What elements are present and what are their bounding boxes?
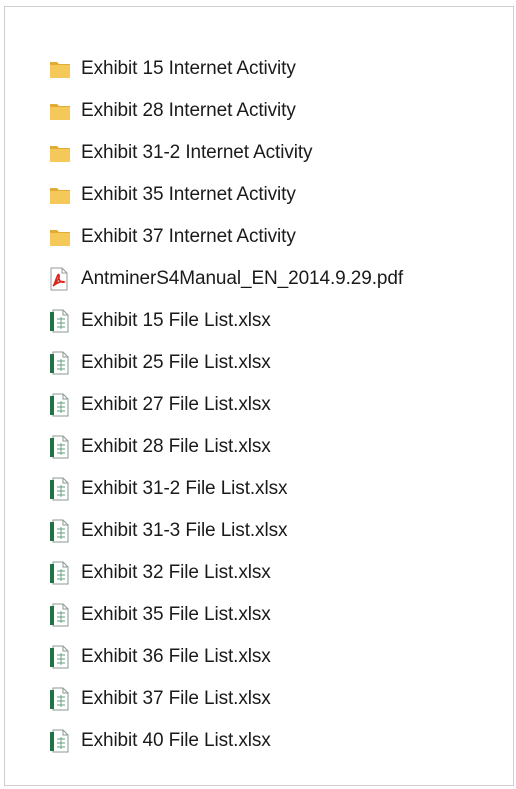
file-name-label: Exhibit 28 Internet Activity bbox=[81, 100, 296, 121]
file-item[interactable]: Exhibit 32 File List.xlsx bbox=[49, 552, 403, 594]
file-name-label: Exhibit 40 File List.xlsx bbox=[81, 730, 271, 751]
file-name-label: Exhibit 37 File List.xlsx bbox=[81, 688, 271, 709]
file-list: Exhibit 15 Internet Activity Exhibit 28 I… bbox=[49, 48, 403, 762]
file-name-label: Exhibit 15 Internet Activity bbox=[81, 58, 296, 79]
file-name-label: Exhibit 28 File List.xlsx bbox=[81, 436, 271, 457]
folder-icon bbox=[49, 225, 77, 249]
excel-file-icon bbox=[49, 561, 77, 585]
folder-icon bbox=[49, 99, 77, 123]
excel-file-icon bbox=[49, 435, 77, 459]
file-name-label: AntminerS4Manual_EN_2014.9.29.pdf bbox=[81, 268, 404, 289]
folder-item[interactable]: Exhibit 15 Internet Activity bbox=[49, 48, 403, 90]
excel-file-icon bbox=[49, 477, 77, 501]
excel-file-icon bbox=[49, 645, 77, 669]
folder-icon bbox=[49, 141, 77, 165]
file-item[interactable]: Exhibit 40 File List.xlsx bbox=[49, 720, 403, 762]
file-name-label: Exhibit 36 File List.xlsx bbox=[81, 646, 271, 667]
file-name-label: Exhibit 32 File List.xlsx bbox=[81, 562, 271, 583]
file-item[interactable]: Exhibit 36 File List.xlsx bbox=[49, 636, 403, 678]
file-name-label: Exhibit 37 Internet Activity bbox=[81, 226, 296, 247]
file-name-label: Exhibit 15 File List.xlsx bbox=[81, 310, 271, 331]
file-item[interactable]: Exhibit 28 File List.xlsx bbox=[49, 426, 403, 468]
file-name-label: Exhibit 25 File List.xlsx bbox=[81, 352, 271, 373]
file-item[interactable]: AntminerS4Manual_EN_2014.9.29.pdf bbox=[49, 258, 403, 300]
excel-file-icon bbox=[49, 393, 77, 417]
file-item[interactable]: Exhibit 35 File List.xlsx bbox=[49, 594, 403, 636]
folder-item[interactable]: Exhibit 37 Internet Activity bbox=[49, 216, 403, 258]
excel-file-icon bbox=[49, 519, 77, 543]
file-explorer-pane: Exhibit 15 Internet Activity Exhibit 28 I… bbox=[4, 6, 514, 786]
folder-icon bbox=[49, 183, 77, 207]
file-name-label: Exhibit 35 Internet Activity bbox=[81, 184, 296, 205]
folder-item[interactable]: Exhibit 31-2 Internet Activity bbox=[49, 132, 403, 174]
file-item[interactable]: Exhibit 31-3 File List.xlsx bbox=[49, 510, 403, 552]
file-name-label: Exhibit 27 File List.xlsx bbox=[81, 394, 271, 415]
excel-file-icon bbox=[49, 687, 77, 711]
excel-file-icon bbox=[49, 309, 77, 333]
file-name-label: Exhibit 31-2 File List.xlsx bbox=[81, 478, 288, 499]
excel-file-icon bbox=[49, 603, 77, 627]
folder-icon bbox=[49, 57, 77, 81]
excel-file-icon bbox=[49, 351, 77, 375]
file-name-label: Exhibit 31-3 File List.xlsx bbox=[81, 520, 288, 541]
file-item[interactable]: Exhibit 15 File List.xlsx bbox=[49, 300, 403, 342]
file-item[interactable]: Exhibit 27 File List.xlsx bbox=[49, 384, 403, 426]
excel-file-icon bbox=[49, 729, 77, 753]
folder-item[interactable]: Exhibit 35 Internet Activity bbox=[49, 174, 403, 216]
pdf-file-icon bbox=[49, 267, 77, 291]
file-item[interactable]: Exhibit 31-2 File List.xlsx bbox=[49, 468, 403, 510]
file-item[interactable]: Exhibit 25 File List.xlsx bbox=[49, 342, 403, 384]
file-name-label: Exhibit 35 File List.xlsx bbox=[81, 604, 271, 625]
folder-item[interactable]: Exhibit 28 Internet Activity bbox=[49, 90, 403, 132]
file-item[interactable]: Exhibit 37 File List.xlsx bbox=[49, 678, 403, 720]
file-name-label: Exhibit 31-2 Internet Activity bbox=[81, 142, 313, 163]
